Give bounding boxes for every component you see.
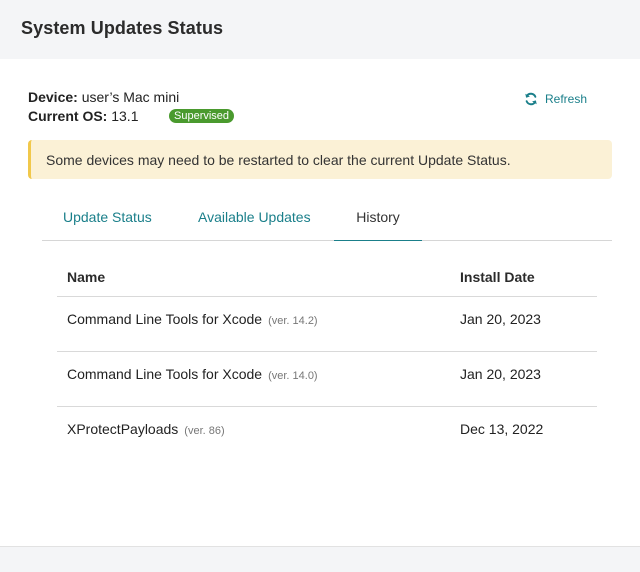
table-row: Command Line Tools for Xcode (ver. 14.2) … — [57, 297, 597, 352]
tab-update-status[interactable]: Update Status — [63, 196, 152, 241]
tab-history[interactable]: History — [334, 196, 422, 241]
page-title: System Updates Status — [21, 18, 224, 38]
update-version: (ver. 14.0) — [268, 370, 318, 382]
tab-available-updates[interactable]: Available Updates — [198, 196, 311, 241]
dialog-header: System Updates Status — [0, 0, 640, 59]
refresh-button[interactable]: Refresh — [524, 92, 587, 106]
update-version: (ver. 14.2) — [268, 315, 318, 327]
update-name-cell: Command Line Tools for Xcode (ver. 14.0) — [67, 366, 318, 382]
os-info: Current OS: 13.1 — [28, 108, 138, 124]
install-date: Jan 20, 2023 — [460, 311, 541, 327]
table-header: Name Install Date — [57, 258, 597, 297]
history-table: Name Install Date Command Line Tools for… — [57, 258, 597, 462]
column-header-name: Name — [67, 269, 106, 285]
os-version: 13.1 — [111, 108, 139, 124]
update-name-cell: XProtectPayloads (ver. 86) — [67, 421, 225, 437]
update-name: Command Line Tools for Xcode — [67, 366, 263, 382]
tab-bar: Update Status Available Updates History — [42, 196, 612, 241]
update-name: Command Line Tools for Xcode — [67, 311, 263, 327]
device-info: Device: user’s Mac mini — [28, 89, 179, 105]
alert-text: Some devices may need to be restarted to… — [46, 152, 511, 168]
update-name: XProtectPayloads — [67, 421, 179, 437]
table-row: Command Line Tools for Xcode (ver. 14.0) … — [57, 352, 597, 407]
dialog-footer — [0, 546, 640, 572]
install-date: Dec 13, 2022 — [460, 421, 544, 437]
table-row: XProtectPayloads (ver. 86) Dec 13, 2022 — [57, 407, 597, 462]
restart-alert: Some devices may need to be restarted to… — [28, 140, 612, 179]
os-label: Current OS: — [28, 108, 108, 124]
device-name: user’s Mac mini — [81, 89, 180, 105]
device-label: Device: — [28, 89, 78, 105]
update-name-cell: Command Line Tools for Xcode (ver. 14.2) — [67, 311, 318, 327]
install-date: Jan 20, 2023 — [460, 366, 541, 382]
update-version: (ver. 86) — [184, 425, 225, 437]
refresh-label: Refresh — [545, 92, 588, 106]
supervised-badge: Supervised — [169, 109, 235, 123]
column-header-install-date: Install Date — [460, 269, 535, 285]
refresh-icon — [525, 92, 537, 106]
